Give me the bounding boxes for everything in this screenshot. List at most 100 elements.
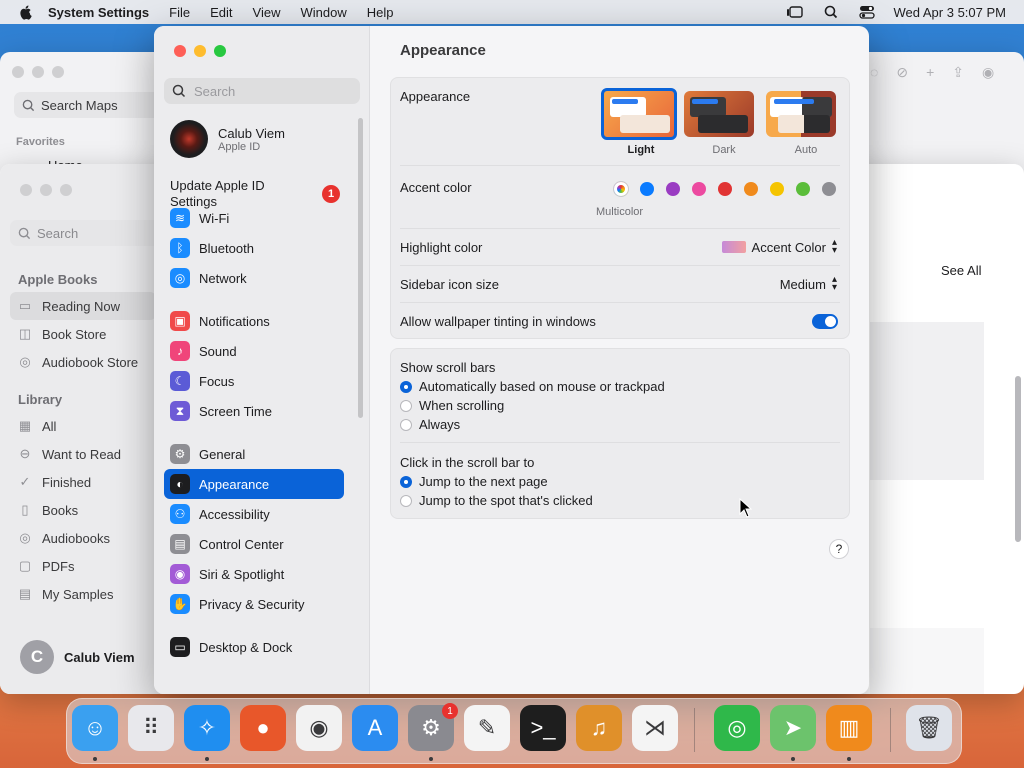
accent-multicolor-swatch[interactable] [614,182,628,196]
add-icon[interactable]: + [926,64,934,81]
radio-next-page[interactable]: Jump to the next page [400,472,593,491]
books-item-audiobooks[interactable]: ◎ Audiobooks [0,524,160,552]
apple-id-account[interactable]: Calub Viem Apple ID [170,120,285,158]
check-circle-icon: ✓ [19,474,31,489]
textedit-icon[interactable]: ✎ [464,705,510,751]
sidebar-item-focus[interactable]: ☾ Focus [164,366,344,396]
menu-help[interactable]: Help [367,5,394,20]
radio-button[interactable] [400,380,412,393]
books-item-books[interactable]: ▯ Books [0,496,160,524]
sidebar-item-siri-spotlight[interactable]: ◉ Siri & Spotlight [164,559,344,589]
sidebar-item-privacy-security[interactable]: ✋ Privacy & Security [164,589,344,619]
share-icon[interactable]: ⇪ [952,64,964,81]
radio-button[interactable] [400,418,412,431]
accent-color-swatch[interactable] [718,182,732,196]
accent-color-swatch[interactable] [744,182,758,196]
books-item-reading-now[interactable]: ▭ Reading Now [10,292,156,320]
radio-button[interactable] [400,494,412,507]
menu-edit[interactable]: Edit [210,5,232,20]
menubar-clock[interactable]: Wed Apr 3 5:07 PM [894,5,1007,20]
radio-button[interactable] [400,475,412,488]
stage-manager-icon[interactable] [786,5,804,19]
radio-when-scrolling[interactable]: When scrolling [400,396,665,415]
menu-file[interactable]: File [169,5,190,20]
launchpad-icon[interactable]: ⠿ [128,705,174,751]
sidebar-item-screen-time[interactable]: ⧗ Screen Time [164,396,344,426]
radio-button[interactable] [400,399,412,412]
safari-icon[interactable]: ✧ [184,705,230,751]
settings-search-field[interactable]: Search [164,78,360,104]
radio-spot-clicked[interactable]: Jump to the spot that's clicked [400,491,593,510]
maps-icon[interactable]: ➤ [770,705,816,751]
sidebar-item-notifications[interactable]: ▣ Notifications [164,306,344,336]
chrome-icon[interactable]: ◉ [296,705,342,751]
terminal-icon[interactable]: >_ [520,705,566,751]
headphones-icon: ◎ [19,530,31,545]
settings-sidebar: Search Calub Viem Apple ID Update Apple … [154,26,370,694]
accent-color-swatch[interactable] [666,182,680,196]
vscode-icon[interactable]: ⋊ [632,705,678,751]
sidebar-icon-size-popup[interactable]: Medium ▴ ▾ [780,275,837,293]
find-my-icon[interactable]: ◎ [714,705,760,751]
appearance-option-dark[interactable]: Dark [684,88,764,156]
sidebar-item-control-center[interactable]: ▤ Control Center [164,529,344,559]
appearance-option-auto[interactable]: Auto [766,88,846,156]
sidebar-item-bluetooth[interactable]: ᛒ Bluetooth [164,233,344,263]
books-item-audiobook-store[interactable]: ◎ Audiobook Store [0,348,160,376]
books-icon[interactable]: ▥ [826,705,872,751]
books-user[interactable]: C Calub Viem [20,640,135,674]
books-scrollbar[interactable] [1015,376,1021,542]
control-center-icon[interactable] [858,5,876,19]
radio-automatically[interactable]: Automatically based on mouse or trackpad [400,377,665,396]
highlight-color-popup[interactable]: Accent Color ▴ ▾ [721,238,837,256]
firefox-icon[interactable]: ● [240,705,286,751]
account-icon[interactable]: ◉ [982,64,994,81]
sidebar-item-desktop-dock[interactable]: ▭ Desktop & Dock [164,632,344,662]
books-search-field[interactable]: Search [10,220,168,246]
books-item-pdfs[interactable]: ▢ PDFs [0,552,160,580]
appearance-option-light[interactable]: Light [601,88,681,156]
sidebar-item-sound[interactable]: ♪ Sound [164,336,344,366]
trash-icon[interactable]: 🗑 [906,705,952,751]
accent-color-swatch[interactable] [822,182,836,196]
apple-menu-icon[interactable] [18,4,34,20]
books-window-controls[interactable] [20,184,72,196]
spotlight-search-icon[interactable] [822,5,840,19]
finder-icon[interactable]: ☺ [72,705,118,751]
books-item-book-store[interactable]: ◫ Book Store [0,320,160,348]
sidebar-item-general[interactable]: ⚙ General [164,439,344,469]
window-controls[interactable] [174,45,226,57]
minimize-button[interactable] [194,45,206,57]
accent-color-swatch[interactable] [796,182,810,196]
books-item-my-samples[interactable]: ▤ My Samples [0,580,160,608]
close-button[interactable] [174,45,186,57]
accent-color-swatch[interactable] [640,182,654,196]
books-item-finished[interactable]: ✓ Finished [0,468,160,496]
accent-color-swatch[interactable] [692,182,706,196]
click-scroll-label: Click in the scroll bar to [400,455,535,470]
sidebar-item-accessibility[interactable]: ⚇ Accessibility [164,499,344,529]
maps-window-controls[interactable] [12,66,64,78]
see-all-link[interactable]: See All [941,263,981,278]
sidebar-scrollbar[interactable] [358,118,363,418]
menu-view[interactable]: View [253,5,281,20]
garageband-icon[interactable]: ♫ [576,705,622,751]
books-item-want-to-read[interactable]: ⊖ Want to Read [0,440,160,468]
app-store-icon[interactable]: A [352,705,398,751]
sidebar-item-wi-fi[interactable]: ≋ Wi-Fi [164,203,344,233]
sidebar-item-appearance[interactable]: ◐ Appearance [164,469,344,499]
maps-search-field[interactable]: Search Maps [14,92,172,118]
radio-always[interactable]: Always [400,415,665,434]
zoom-button[interactable] [214,45,226,57]
accent-color-swatch[interactable] [770,182,784,196]
help-button[interactable]: ? [829,539,849,559]
zoom-icon[interactable]: ⊘ [896,64,908,81]
running-indicator [791,757,795,761]
avatar [170,120,208,158]
wallpaper-tinting-toggle[interactable] [812,314,838,329]
books-item-all[interactable]: ▦ All [0,412,160,440]
look-around-icon[interactable]: ◌ [870,64,878,81]
sidebar-item-network[interactable]: ◎ Network [164,263,344,293]
menu-window[interactable]: Window [300,5,346,20]
menu-app-name[interactable]: System Settings [48,5,149,20]
